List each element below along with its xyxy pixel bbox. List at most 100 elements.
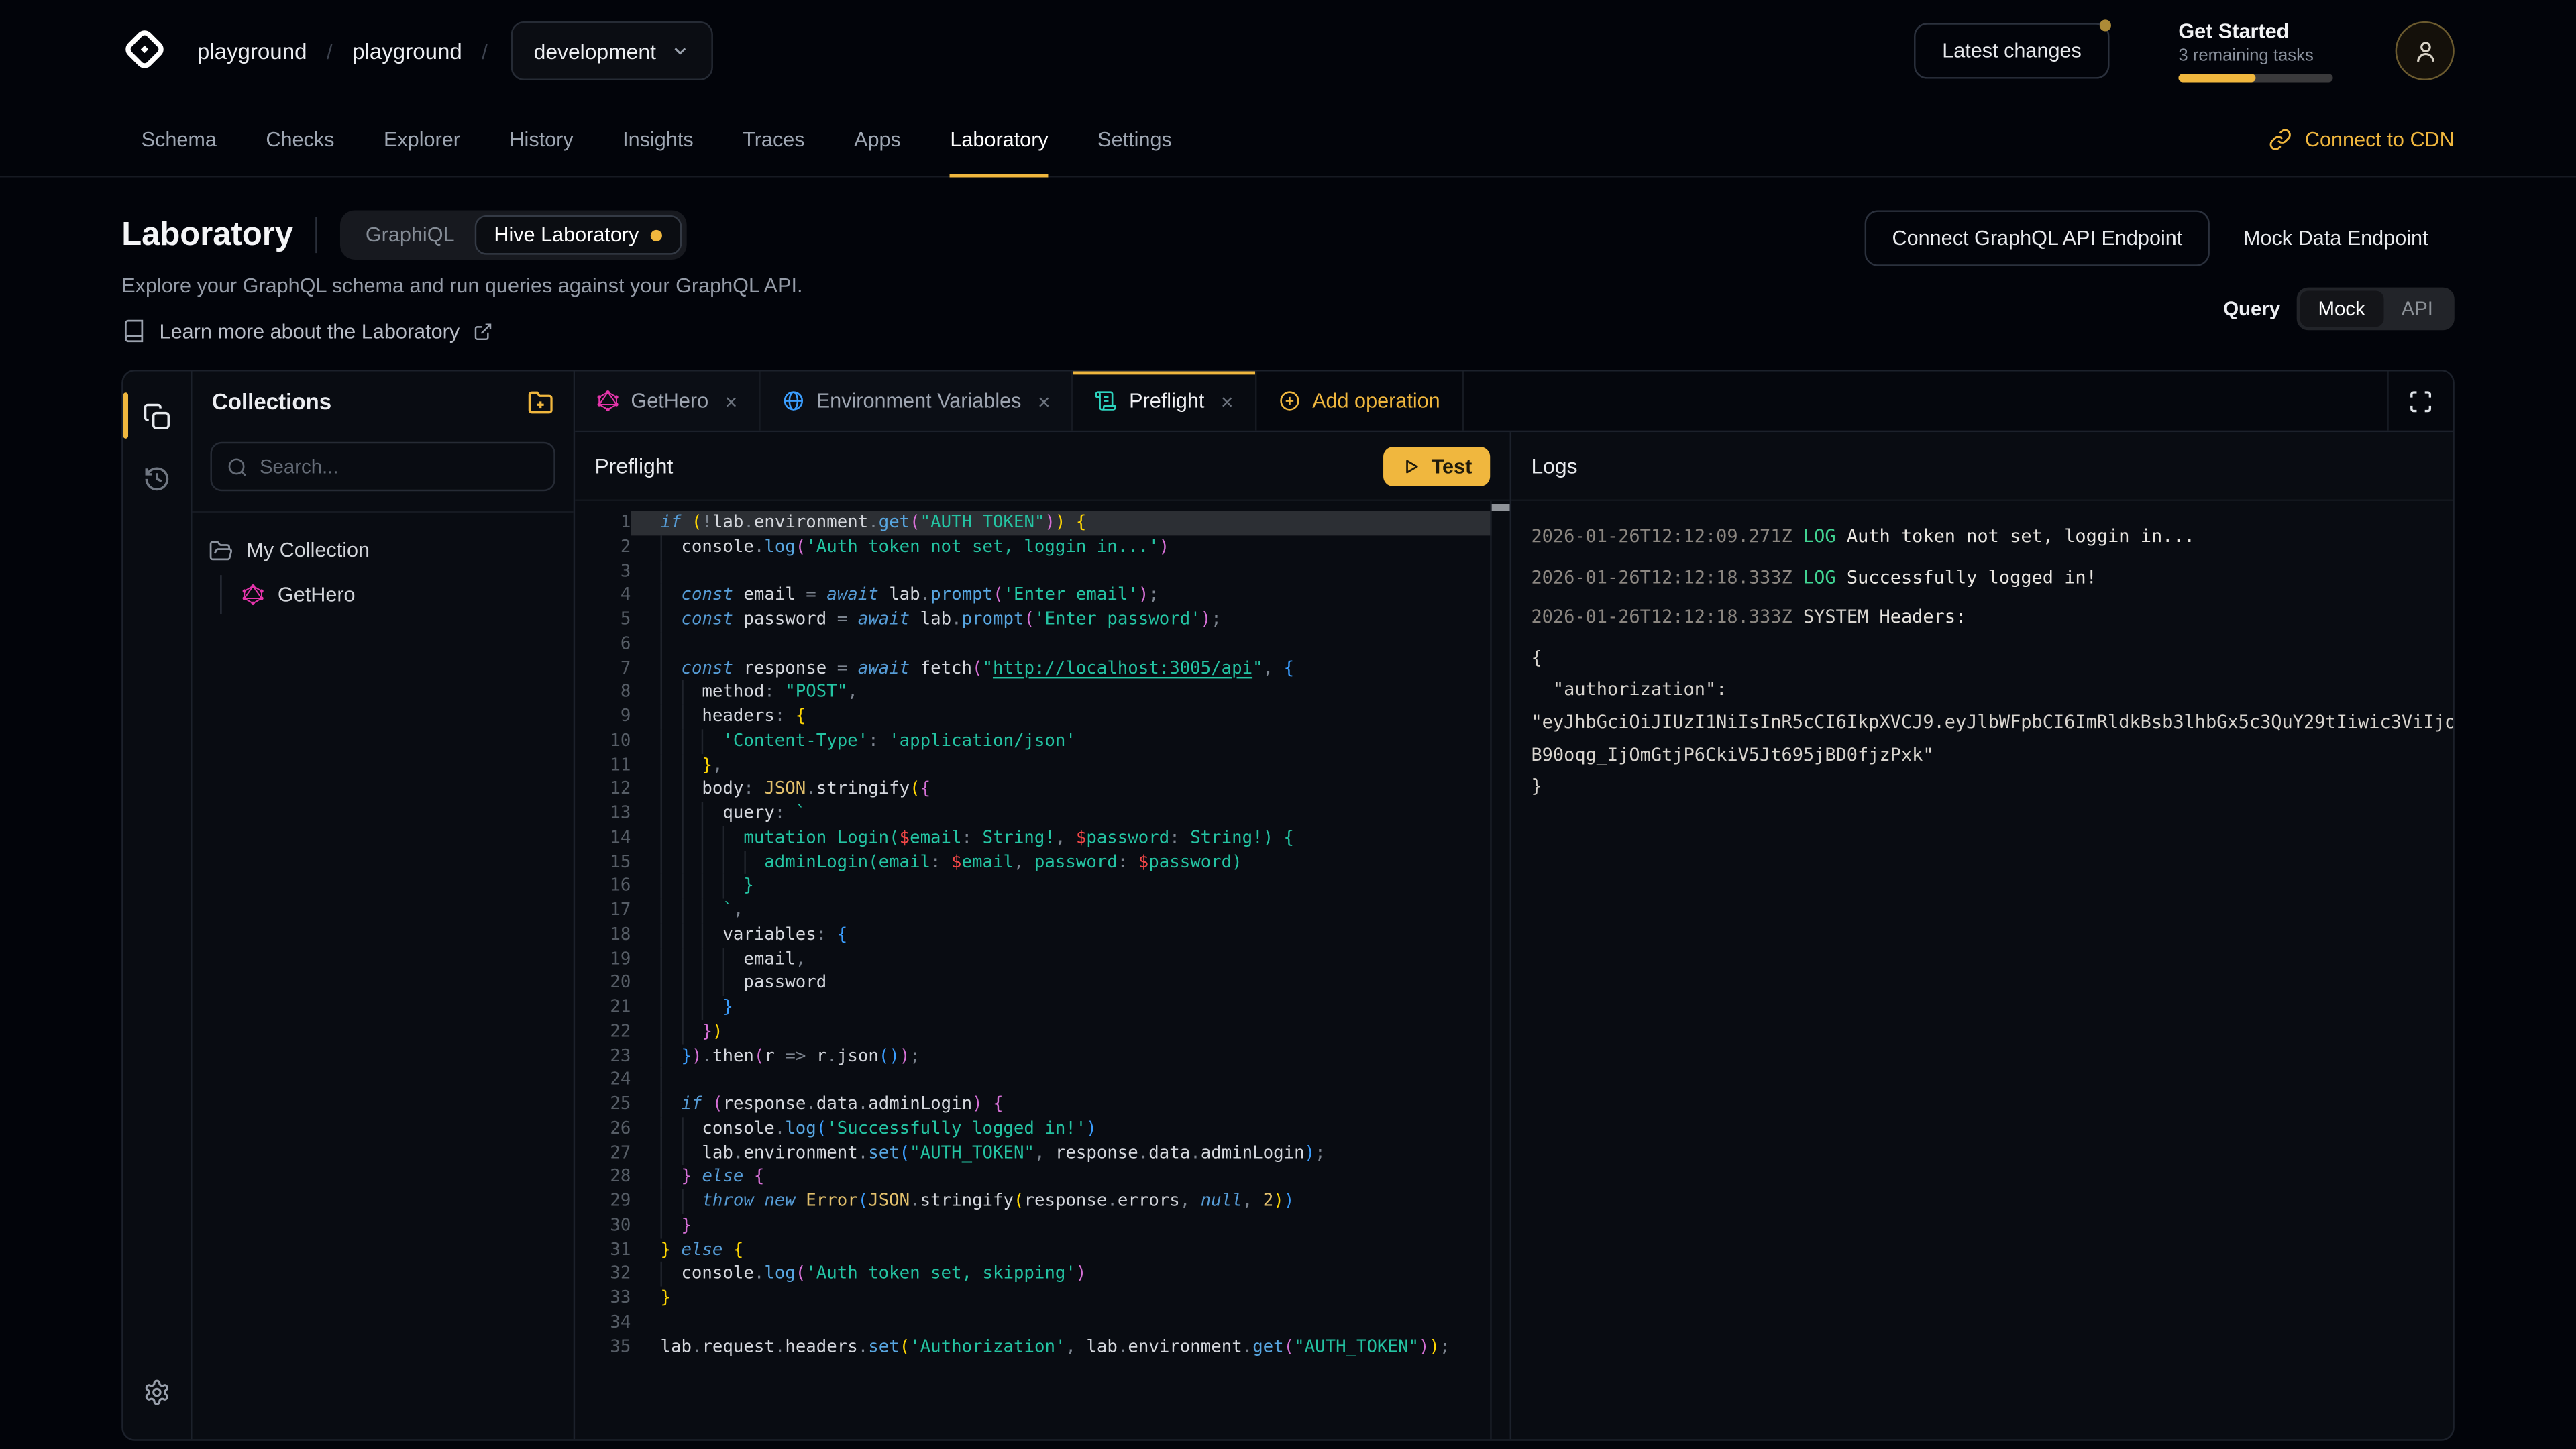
line-number: 14 bbox=[575, 826, 631, 850]
log-block-line: "eyJhbGciOiJIUzI1NiIsInR5cCI6IkpXVCJ9.ey… bbox=[1531, 706, 2453, 739]
indent-guide bbox=[702, 826, 703, 850]
close-icon[interactable]: × bbox=[1038, 388, 1051, 413]
log-entry: 2026-01-26T12:12:09.271Z LOG Auth token … bbox=[1531, 521, 2453, 553]
rail-collections-button[interactable] bbox=[122, 384, 191, 447]
line-number: 27 bbox=[575, 1141, 631, 1165]
nav-item-laboratory[interactable]: Laboratory bbox=[950, 102, 1048, 176]
indent-guide bbox=[681, 729, 682, 753]
connect-cdn-link[interactable]: Connect to CDN bbox=[2269, 102, 2455, 176]
indent-guide bbox=[722, 826, 724, 850]
indent-guide bbox=[681, 1020, 682, 1044]
nav-item-traces[interactable]: Traces bbox=[743, 102, 804, 176]
code-line: 27 lab.environment.set("AUTH_TOKEN", res… bbox=[575, 1141, 1509, 1165]
logs-output[interactable]: 2026-01-26T12:12:09.271Z LOG Auth token … bbox=[1511, 501, 2453, 1439]
log-timestamp: 2026-01-26T12:12:18.333Z bbox=[1531, 606, 1803, 628]
search-input[interactable] bbox=[260, 455, 539, 478]
operation-item-gethero[interactable]: GetHero bbox=[241, 575, 557, 614]
get-started-widget[interactable]: Get Started 3 remaining tasks bbox=[2178, 19, 2332, 82]
indent-guide bbox=[681, 874, 682, 898]
indent-guide bbox=[660, 705, 661, 729]
rail-settings-button[interactable] bbox=[122, 1360, 191, 1423]
query-mode-api[interactable]: API bbox=[2383, 290, 2451, 327]
toggle-option-graphiql[interactable]: GraphiQL bbox=[345, 215, 474, 255]
indent-guide bbox=[660, 1093, 661, 1117]
indent-guide bbox=[681, 1141, 682, 1165]
collection-folder-label: My Collection bbox=[246, 539, 370, 561]
code-line: 28 } else { bbox=[575, 1165, 1509, 1189]
toggle-option-hive-laboratory[interactable]: Hive Laboratory bbox=[474, 215, 682, 255]
nav-item-schema[interactable]: Schema bbox=[142, 102, 217, 176]
breadcrumb-org[interactable]: playground bbox=[197, 39, 307, 64]
tab-environment-variables[interactable]: Environment Variables× bbox=[760, 371, 1073, 430]
nav-item-settings[interactable]: Settings bbox=[1097, 102, 1172, 176]
code-line: 29 throw new Error(JSON.stringify(respon… bbox=[575, 1189, 1509, 1214]
code-line: 6 bbox=[575, 632, 1509, 656]
line-content: } bbox=[631, 1287, 1491, 1311]
nav-item-checks[interactable]: Checks bbox=[266, 102, 334, 176]
rail-history-button[interactable] bbox=[122, 447, 191, 509]
add-collection-button[interactable] bbox=[527, 388, 553, 415]
line-number: 1 bbox=[575, 511, 631, 535]
close-icon[interactable]: × bbox=[1221, 388, 1234, 413]
code-line: 13 query: ` bbox=[575, 802, 1509, 826]
tab-gethero[interactable]: GetHero × bbox=[575, 371, 760, 430]
add-operation-button[interactable]: Add operation bbox=[1256, 371, 1463, 430]
editor-overview-cursor bbox=[1492, 504, 1510, 511]
line-content: const response = await fetch("http://loc… bbox=[631, 656, 1491, 680]
line-number: 31 bbox=[575, 1238, 631, 1262]
line-number: 34 bbox=[575, 1311, 631, 1335]
close-icon[interactable]: × bbox=[725, 388, 738, 413]
line-content: query: ` bbox=[631, 802, 1491, 826]
indent-guide bbox=[681, 777, 682, 802]
code-line: 5 const password = await lab.prompt('Ent… bbox=[575, 608, 1509, 632]
indent-guide bbox=[722, 947, 724, 971]
preflight-code-editor[interactable]: 1if (!lab.environment.get("AUTH_TOKEN"))… bbox=[575, 501, 1509, 1439]
user-avatar[interactable] bbox=[2396, 21, 2455, 80]
tab-label: GetHero bbox=[631, 389, 708, 412]
code-line: 8 method: "POST", bbox=[575, 680, 1509, 704]
mock-endpoint-button[interactable]: Mock Data Endpoint bbox=[2217, 210, 2455, 266]
line-number: 9 bbox=[575, 705, 631, 729]
log-block-line: "authorization": bbox=[1531, 674, 2453, 706]
line-number: 8 bbox=[575, 680, 631, 704]
tab-preflight[interactable]: Preflight× bbox=[1073, 371, 1256, 430]
logs-pane: Logs 2026-01-26T12:12:09.271Z LOG Auth t… bbox=[1511, 432, 2453, 1439]
nav-item-explorer[interactable]: Explorer bbox=[384, 102, 460, 176]
target-selector-value: development bbox=[534, 39, 656, 64]
nav-item-insights[interactable]: Insights bbox=[623, 102, 694, 176]
laboratory-workbench: Collections bbox=[121, 370, 2455, 1441]
indent-guide bbox=[660, 608, 661, 632]
target-selector[interactable]: development bbox=[511, 21, 713, 80]
preflight-pane-title: Preflight bbox=[595, 453, 674, 478]
editor-scrollbar-track[interactable] bbox=[1490, 501, 1491, 1439]
indent-guide bbox=[660, 1262, 661, 1286]
fullscreen-button[interactable] bbox=[2387, 371, 2453, 430]
breadcrumb-project[interactable]: playground bbox=[352, 39, 462, 64]
line-content: const email = await lab.prompt('Enter em… bbox=[631, 584, 1491, 608]
line-content bbox=[631, 1068, 1491, 1092]
page-subtitle: Explore your GraphQL schema and run quer… bbox=[121, 274, 802, 297]
line-content: mutation Login($email: String!, $passwor… bbox=[631, 826, 1491, 850]
log-timestamp: 2026-01-26T12:12:09.271Z bbox=[1531, 526, 1803, 547]
hive-logo-icon[interactable] bbox=[121, 26, 168, 75]
nav-item-apps[interactable]: Apps bbox=[854, 102, 901, 176]
chevron-down-icon bbox=[671, 41, 690, 60]
code-line: 3 bbox=[575, 559, 1509, 584]
laboratory-mode-toggle: GraphiQL Hive Laboratory bbox=[341, 210, 686, 259]
line-content: headers: { bbox=[631, 705, 1491, 729]
test-button[interactable]: Test bbox=[1384, 446, 1491, 486]
line-number: 17 bbox=[575, 899, 631, 923]
line-number: 20 bbox=[575, 971, 631, 996]
code-line: 19 email, bbox=[575, 947, 1509, 971]
notification-dot bbox=[2100, 19, 2111, 31]
learn-more-link[interactable]: Learn more about the Laboratory bbox=[121, 319, 802, 343]
line-content: email, bbox=[631, 947, 1491, 971]
collection-folder-my-collection[interactable]: My Collection bbox=[209, 532, 557, 568]
latest-changes-button[interactable]: Latest changes bbox=[1915, 23, 2110, 78]
nav-item-history[interactable]: History bbox=[509, 102, 573, 176]
log-block-line: B90oqg_IjOmGtjP6CkiV5Jt695jBD0fjzPxk" bbox=[1531, 739, 2453, 771]
indent-guide bbox=[702, 850, 703, 874]
line-number: 22 bbox=[575, 1020, 631, 1044]
connect-endpoint-button[interactable]: Connect GraphQL API Endpoint bbox=[1864, 210, 2210, 266]
query-mode-mock[interactable]: Mock bbox=[2300, 290, 2383, 327]
